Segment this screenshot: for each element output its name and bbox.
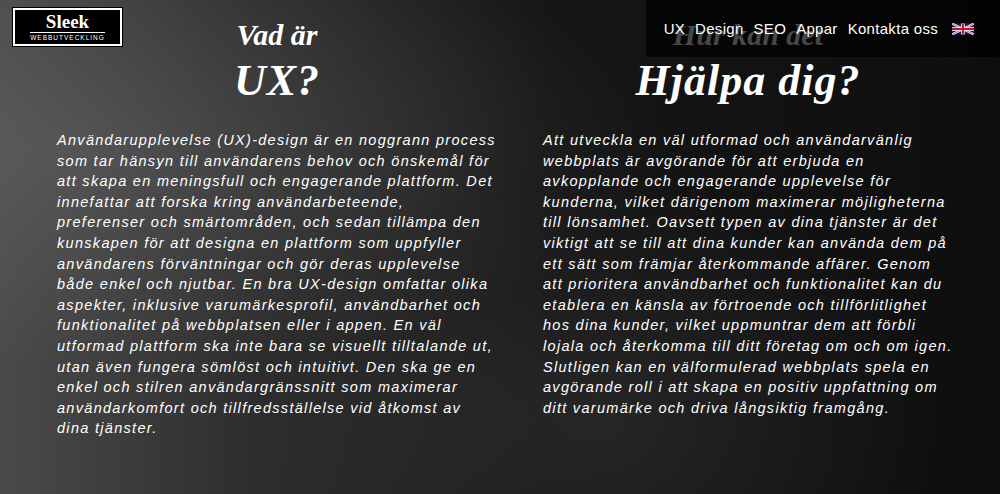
section-title: UX? [234,54,320,108]
uk-flag-icon[interactable] [952,23,974,35]
page: Vad är UX? Användarupplevelse (UX)-desig… [0,0,1000,494]
content: Vad är UX? Användarupplevelse (UX)-desig… [0,0,1000,439]
section-body: Att utveckla en väl utformad och använda… [543,130,953,418]
section-title: Hjälpa dig? [636,54,861,108]
logo-tagline: WEBBUTVECKLING [30,32,105,41]
section-body: Användarupplevelse (UX)-design är en nog… [57,130,497,439]
nav-item[interactable]: SEO [754,20,787,37]
info-section: Vad är UX? Användarupplevelse (UX)-desig… [57,16,497,439]
nav-item[interactable]: Appar [796,20,838,37]
section-kicker: Vad är [237,16,318,54]
info-section: Hur kan det Hjälpa dig? Att utveckla en … [543,16,953,439]
logo[interactable]: Sleek WEBBUTVECKLING [13,8,122,46]
nav-item[interactable]: UX [664,20,685,37]
nav-item[interactable]: Design [695,20,744,37]
nav-item[interactable]: Kontakta oss [848,20,938,37]
logo-name: Sleek [46,12,89,32]
nav-bar: UX Design SEO Appar Kontakta oss [646,0,1000,57]
